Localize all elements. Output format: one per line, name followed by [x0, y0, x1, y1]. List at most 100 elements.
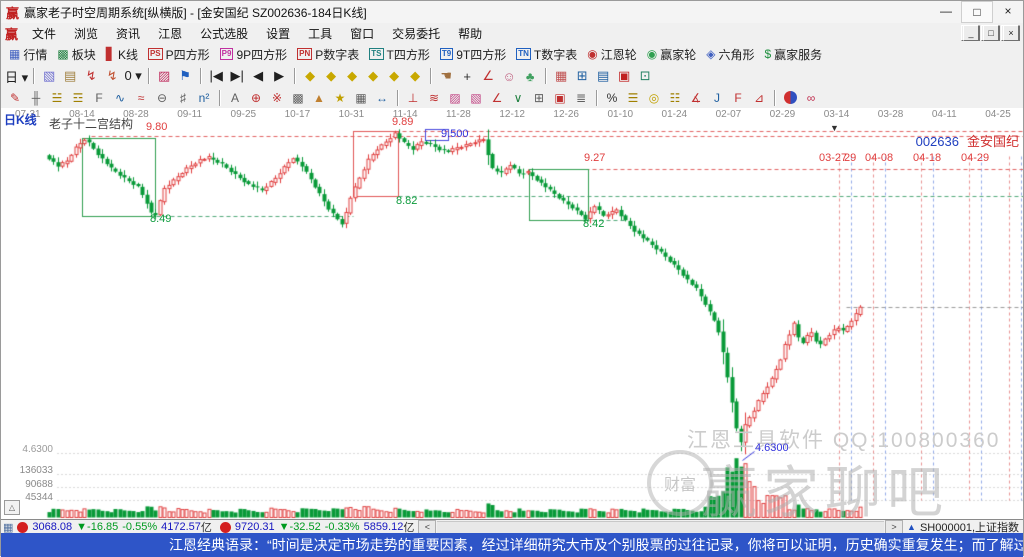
prev-bar-button[interactable]: ◀ — [248, 67, 268, 85]
span-tool[interactable]: ↔ — [372, 90, 392, 106]
clover-icon[interactable]: ♣ — [520, 67, 540, 85]
multi-line-tool[interactable]: ≣ — [571, 90, 591, 106]
winner-wheel-button[interactable]: ◉ 赢家轮 — [643, 45, 701, 64]
menu-item[interactable]: 工具 — [299, 24, 341, 43]
star-lines-tool[interactable]: ※ — [267, 90, 287, 106]
diamond-tool-4[interactable]: ◆ — [363, 67, 383, 85]
percent-tool[interactable]: % — [602, 90, 622, 106]
menu-item[interactable]: 资讯 — [107, 24, 149, 43]
scroll-left-button[interactable]: < — [418, 520, 437, 534]
waves-tool[interactable]: ≋ — [424, 90, 444, 106]
infinity-icon[interactable]: ∞ — [801, 90, 821, 106]
close-button[interactable]: × — [993, 1, 1023, 21]
gann-grid-tool[interactable]: ╫ — [26, 90, 46, 106]
gann-circle-tool[interactable]: ⊕ — [246, 90, 266, 106]
t9-square-button[interactable]: T9 9T四方形 — [436, 45, 510, 64]
collapse-button[interactable]: △ — [4, 500, 20, 515]
p-number-button[interactable]: PN P数字表 — [293, 45, 363, 64]
save-icon[interactable]: ▣ — [614, 67, 634, 85]
last-bar-button[interactable]: ▶| — [227, 67, 247, 85]
ellipse-tool[interactable]: ⊖ — [152, 90, 172, 106]
fib-tool[interactable]: F — [89, 90, 109, 106]
sectors-button[interactable]: ▩ 板块 — [53, 45, 99, 64]
angle-tool[interactable]: ∠ — [478, 67, 498, 85]
cycle-tool[interactable]: ≈ — [131, 90, 151, 106]
pencil-tool[interactable]: ✎ — [5, 90, 25, 106]
trigram-tool-1[interactable]: ☱ — [47, 90, 67, 106]
child-minimize-button[interactable]: _ — [961, 25, 980, 41]
box-grid-tool[interactable]: ▦ — [351, 90, 371, 106]
flag-icon[interactable]: ⚑ — [175, 67, 195, 85]
child-close-button[interactable]: × — [1001, 25, 1020, 41]
face-icon[interactable]: ☺ — [499, 67, 519, 85]
check-tool[interactable]: ∨ — [508, 90, 528, 106]
period-selector[interactable]: 日 ▾ — [5, 67, 28, 85]
menu-item[interactable]: 设置 — [257, 24, 299, 43]
yinyang-icon[interactable] — [780, 90, 800, 106]
calculator-icon[interactable]: ⊞ — [572, 67, 592, 85]
shaded-box-tool[interactable]: ▩ — [288, 90, 308, 106]
trigram-tool-2[interactable]: ☲ — [68, 90, 88, 106]
span-tool-glyph: ↔ — [376, 90, 388, 105]
gann-percent-tool[interactable]: ☰ — [623, 90, 643, 106]
chart-scrollbar-track[interactable] — [437, 520, 885, 534]
diamond-tool-3[interactable]: ◆ — [342, 67, 362, 85]
menu-item[interactable]: 浏览 — [65, 24, 107, 43]
menu-item[interactable]: 窗口 — [341, 24, 383, 43]
winner-service-button[interactable]: $ 赢家服务 — [760, 45, 826, 64]
menu-item[interactable]: 文件 — [23, 24, 65, 43]
menu-item[interactable]: 公式选股 — [191, 24, 257, 43]
star-tool[interactable]: ★ — [330, 90, 350, 106]
shade-tool-2[interactable]: ▧ — [466, 90, 486, 106]
trend-down-icon[interactable]: ↯ — [102, 67, 122, 85]
menu-item[interactable]: 帮助 — [449, 24, 491, 43]
crosshair-tool[interactable]: + — [457, 67, 477, 85]
measured-angle-tool[interactable]: ∡ — [686, 90, 706, 106]
kline-button[interactable]: ▋ K线 — [102, 45, 142, 64]
minimize-button[interactable]: — — [931, 1, 961, 21]
hand-tool[interactable]: ☚ — [436, 67, 456, 85]
wave-tool[interactable]: ∿ — [110, 90, 130, 106]
shade-tool-1[interactable]: ▨ — [445, 90, 465, 106]
hexagon-button[interactable]: ◈ 六角形 — [702, 45, 758, 64]
t-square-button[interactable]: TS T四方形 — [365, 45, 434, 64]
panel-icon[interactable]: ▤ — [60, 67, 80, 85]
diamond-tool-1[interactable]: ◆ — [300, 67, 320, 85]
maximize-button[interactable]: □ — [961, 1, 993, 23]
pattern-icon[interactable]: ▨ — [154, 67, 174, 85]
gann-wheel-button[interactable]: ◉ 江恩轮 — [583, 45, 641, 64]
right-triangle-tool[interactable]: ⊿ — [749, 90, 769, 106]
menu-item[interactable]: 交易委托 — [383, 24, 449, 43]
quotes-button[interactable]: ▦ 行情 — [5, 45, 51, 64]
j-angle-tool[interactable]: J — [707, 90, 727, 106]
grid-lines-tool[interactable]: ♯ — [173, 90, 193, 106]
window-layout-icon[interactable]: ▧ — [39, 67, 59, 85]
adjust-selector[interactable]: 0 ▾ — [123, 67, 143, 85]
child-restore-button[interactable]: □ — [981, 25, 1000, 41]
calendar-icon[interactable]: ▦ — [551, 67, 571, 85]
p-square-button[interactable]: PS P四方形 — [144, 45, 214, 64]
diamond-tool-5[interactable]: ◆ — [384, 67, 404, 85]
first-bar-button[interactable]: |◀ — [206, 67, 226, 85]
diamond-tool-6[interactable]: ◆ — [405, 67, 425, 85]
t-number-button[interactable]: TN T数字表 — [512, 45, 581, 64]
diamond-tool-2[interactable]: ◆ — [321, 67, 341, 85]
f-angle-tool[interactable]: F — [728, 90, 748, 106]
export-icon[interactable]: ⊡ — [635, 67, 655, 85]
trigram-tool-3[interactable]: ☷ — [665, 90, 685, 106]
square-number-tool[interactable]: n² — [194, 90, 214, 106]
triangle-tool[interactable]: ▲ — [309, 90, 329, 106]
angle-line-tool[interactable]: ∠ — [487, 90, 507, 106]
circle-tool[interactable]: ◎ — [644, 90, 664, 106]
grid-plus-tool[interactable]: ⊞ — [529, 90, 549, 106]
trend-up-icon[interactable]: ↯ — [81, 67, 101, 85]
next-bar-button[interactable]: ▶ — [269, 67, 289, 85]
text-tool[interactable]: A — [225, 90, 245, 106]
report-icon[interactable]: ▤ — [593, 67, 613, 85]
solid-box-tool[interactable]: ▣ — [550, 90, 570, 106]
layout-grid-icon[interactable]: ▦ — [3, 521, 13, 534]
menu-item[interactable]: 江恩 — [149, 24, 191, 43]
support-line-tool[interactable]: ⊥ — [403, 90, 423, 106]
p9-square-button[interactable]: P9 9P四方形 — [216, 45, 291, 64]
scroll-right-button[interactable]: > — [885, 520, 904, 534]
